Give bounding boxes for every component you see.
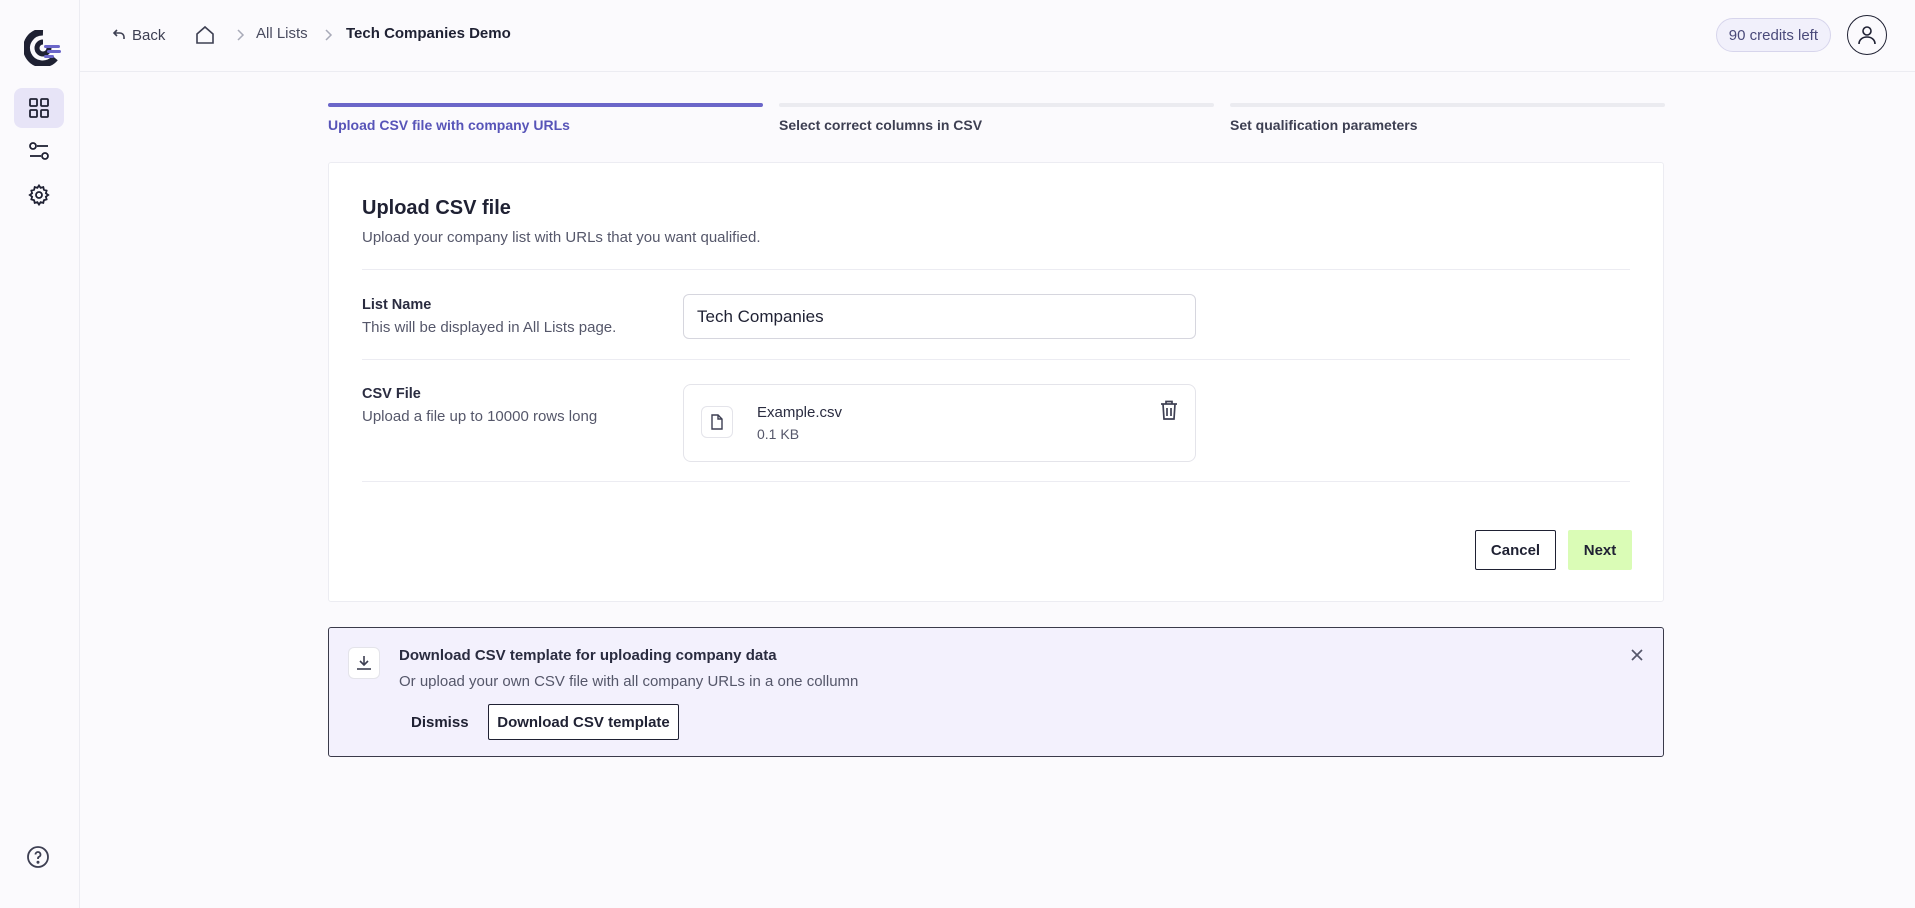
sidebar-item-dashboard[interactable] — [14, 88, 64, 128]
csv-file-label: CSV File — [362, 386, 421, 402]
chevron-right-icon — [325, 29, 333, 41]
sidebar-item-settings[interactable] — [14, 175, 64, 215]
breadcrumb-current: Tech Companies Demo — [346, 25, 511, 42]
back-button[interactable]: Back — [112, 24, 165, 46]
step-qualification: Set qualification parameters — [1230, 103, 1665, 133]
sidebar-item-filters[interactable] — [14, 131, 64, 171]
download-icon — [348, 647, 380, 679]
csv-file-help: Upload a file up to 10000 rows long — [362, 408, 598, 425]
file-size: 0.1 KB — [757, 426, 800, 442]
step-label: Upload CSV file with company URLs — [328, 117, 570, 133]
banner-title: Download CSV template for uploading comp… — [399, 647, 777, 664]
breadcrumb-all-lists[interactable]: All Lists — [256, 25, 308, 42]
chevron-right-icon — [237, 29, 245, 41]
download-template-button[interactable]: Download CSV template — [488, 704, 679, 740]
file-icon — [701, 406, 733, 438]
user-avatar[interactable] — [1847, 15, 1887, 55]
step-select-columns: Select correct columns in CSV — [779, 103, 1214, 133]
uploaded-file: Example.csv 0.1 KB — [683, 384, 1196, 462]
grid-icon — [29, 98, 49, 118]
dismiss-button[interactable]: Dismiss — [399, 704, 481, 740]
gear-icon — [28, 183, 50, 207]
user-icon — [1858, 26, 1876, 45]
back-label: Back — [132, 26, 166, 44]
step-progress-bar — [779, 103, 1214, 107]
list-name-help: This will be displayed in All Lists page… — [362, 319, 617, 336]
divider — [362, 269, 1630, 270]
sliders-icon — [29, 142, 49, 160]
file-name: Example.csv — [757, 404, 843, 421]
top-header: Back All Lists Tech Companies Demo 90 cr… — [80, 0, 1915, 72]
card-title: Upload CSV file — [362, 197, 511, 219]
banner-subtitle: Or upload your own CSV file with all com… — [399, 673, 859, 690]
next-button[interactable]: Next — [1568, 530, 1632, 570]
step-label: Set qualification parameters — [1230, 117, 1418, 133]
close-icon[interactable] — [1627, 645, 1647, 665]
divider — [362, 359, 1630, 360]
card-subtitle: Upload your company list with URLs that … — [362, 229, 761, 246]
help-circle-icon[interactable] — [26, 845, 50, 869]
list-name-label: List Name — [362, 297, 432, 313]
logo-icon[interactable] — [23, 28, 64, 68]
sidebar — [0, 0, 80, 908]
back-arrow-icon — [112, 29, 125, 39]
credits-badge: 90 credits left — [1715, 18, 1831, 52]
cancel-button[interactable]: Cancel — [1475, 530, 1556, 570]
divider — [362, 481, 1630, 482]
step-label: Select correct columns in CSV — [779, 117, 983, 133]
home-icon[interactable] — [194, 24, 216, 46]
trash-icon[interactable] — [1157, 398, 1181, 422]
step-progress-bar — [1230, 103, 1665, 107]
list-name-input[interactable] — [683, 294, 1196, 339]
step-upload: Upload CSV file with company URLs — [328, 103, 763, 133]
step-progress-bar — [328, 103, 763, 107]
template-banner: Download CSV template for uploading comp… — [328, 627, 1664, 757]
upload-card: Upload CSV file Upload your company list… — [328, 162, 1664, 602]
